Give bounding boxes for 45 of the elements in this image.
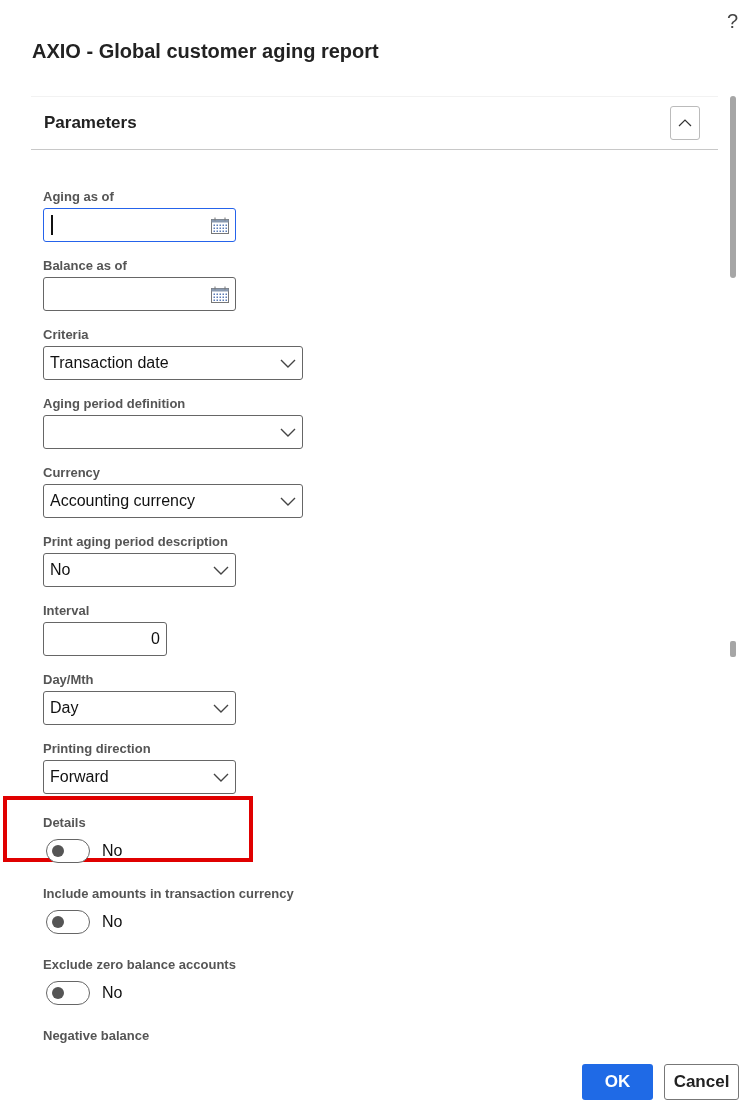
toggle-state: No bbox=[102, 913, 123, 931]
toggle-state: No bbox=[102, 842, 123, 860]
dropdown-field[interactable] bbox=[43, 415, 303, 449]
field-label: Criteria bbox=[43, 326, 89, 344]
field-label: Balance as of bbox=[43, 257, 127, 275]
field-label: Currency bbox=[43, 464, 101, 482]
scrollbar-marker bbox=[730, 641, 736, 657]
chevron-down-icon bbox=[213, 703, 229, 713]
field-label: Aging period definition bbox=[43, 395, 186, 413]
number-field[interactable]: 0 bbox=[43, 622, 167, 656]
toggle-switch[interactable] bbox=[46, 839, 90, 863]
toggle-switch[interactable] bbox=[46, 981, 90, 1005]
field-label: Interval bbox=[43, 602, 90, 620]
field-label: Aging as of bbox=[43, 188, 114, 206]
field-label: Include amounts in transaction currency bbox=[43, 885, 294, 903]
field-label: Print aging period description bbox=[43, 533, 228, 551]
cancel-button[interactable]: Cancel bbox=[664, 1064, 739, 1100]
chevron-down-icon bbox=[213, 565, 229, 575]
dropdown-field[interactable]: Day bbox=[43, 691, 236, 725]
chevron-down-icon bbox=[280, 427, 296, 437]
dialog-title: AXIO - Global customer aging report bbox=[31, 39, 380, 64]
field-label: Negative balance bbox=[43, 1027, 150, 1045]
dropdown-field[interactable]: Accounting currency bbox=[43, 484, 303, 518]
chevron-down-icon bbox=[280, 496, 296, 506]
toggle-switch[interactable] bbox=[46, 910, 90, 934]
section-title: Parameters bbox=[44, 113, 137, 133]
text-caret bbox=[51, 215, 53, 235]
ok-button[interactable]: OK bbox=[582, 1064, 653, 1100]
field-label: Day/Mth bbox=[43, 671, 94, 689]
dropdown-field[interactable]: No bbox=[43, 553, 236, 587]
calendar-icon bbox=[211, 216, 229, 234]
field-label: Exclude zero balance accounts bbox=[43, 956, 236, 974]
date-field[interactable] bbox=[43, 208, 236, 242]
chevron-down-icon bbox=[213, 772, 229, 782]
calendar-icon bbox=[211, 285, 229, 303]
chevron-up-icon bbox=[678, 119, 692, 127]
help-button[interactable]: ? bbox=[724, 0, 740, 34]
chevron-down-icon bbox=[280, 358, 296, 368]
scrollbar-thumb[interactable] bbox=[730, 96, 736, 278]
dropdown-field[interactable]: Transaction date bbox=[43, 346, 303, 380]
toggle-state: No bbox=[102, 984, 123, 1002]
field-label: Details bbox=[43, 814, 86, 832]
date-field[interactable] bbox=[43, 277, 236, 311]
dropdown-field[interactable]: Forward bbox=[43, 760, 236, 794]
field-label: Printing direction bbox=[43, 740, 151, 758]
